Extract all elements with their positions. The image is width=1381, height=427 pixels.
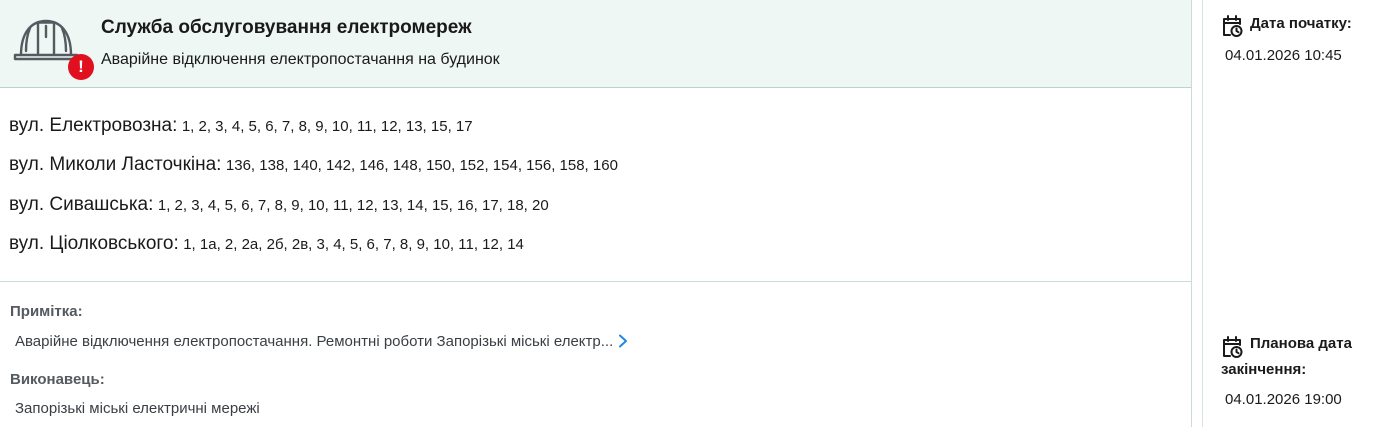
house-numbers: 1, 1а, 2, 2а, 2б, 2в, 3, 4, 5, 6, 7, 8, … (183, 235, 524, 253)
card-header: ! Служба обслуговування електромереж Ава… (0, 0, 1191, 88)
dates-panel: Дата початку: 04.01.2026 10:45 Планова д… (1202, 0, 1381, 427)
note-text-value: Аварійне відключення електропостачання. … (15, 333, 614, 350)
section-divider (0, 281, 1191, 282)
street-row: вул. Сивашська: 1, 2, 3, 4, 5, 6, 7, 8, … (9, 194, 618, 233)
outage-type: Аварійне відключення електропостачання н… (101, 51, 500, 68)
hard-hat-icon (13, 19, 79, 61)
end-date-value: 04.01.2026 19:00 (1225, 391, 1342, 408)
chevron-right-icon[interactable] (617, 334, 629, 348)
executor-name: Запорізькі міські електричні мережі (15, 400, 260, 417)
outage-card: ! Служба обслуговування електромереж Ава… (0, 0, 1192, 427)
executor-label: Виконавець: (10, 371, 105, 388)
service-title: Служба обслуговування електромереж (101, 17, 472, 38)
calendar-clock-icon (1223, 15, 1243, 37)
house-numbers: 136, 138, 140, 142, 146, 148, 150, 152, … (225, 157, 618, 175)
house-numbers: 1, 2, 3, 4, 5, 6, 7, 8, 9, 10, 11, 12, 1… (181, 118, 473, 135)
street-row: вул. Електровозна: 1, 2, 3, 4, 5, 6, 7, … (9, 115, 618, 154)
note-label: Примітка: (10, 303, 83, 320)
street-list: вул. Електровозна: 1, 2, 3, 4, 5, 6, 7, … (9, 115, 618, 272)
street-row: вул. Миколи Ласточкіна: 136, 138, 140, 1… (9, 154, 618, 193)
alert-icon: ! (68, 54, 94, 80)
street-name: вул. Ціолковського: (9, 232, 179, 254)
start-date-value: 04.01.2026 10:45 (1225, 47, 1342, 64)
note-text[interactable]: Аварійне відключення електропостачання. … (15, 333, 629, 350)
street-name: вул. Сивашська: (9, 193, 154, 215)
street-row: вул. Ціолковського: 1, 1а, 2, 2а, 2б, 2в… (9, 233, 618, 272)
end-date-label: Планова дата закінчення: (1221, 335, 1352, 378)
street-name: вул. Електровозна: (9, 115, 178, 136)
house-numbers: 1, 2, 3, 4, 5, 6, 7, 8, 9, 10, 11, 12, 1… (157, 196, 549, 214)
street-name: вул. Миколи Ласточкіна: (9, 154, 222, 176)
start-date-label: Дата початку: (1250, 15, 1352, 32)
